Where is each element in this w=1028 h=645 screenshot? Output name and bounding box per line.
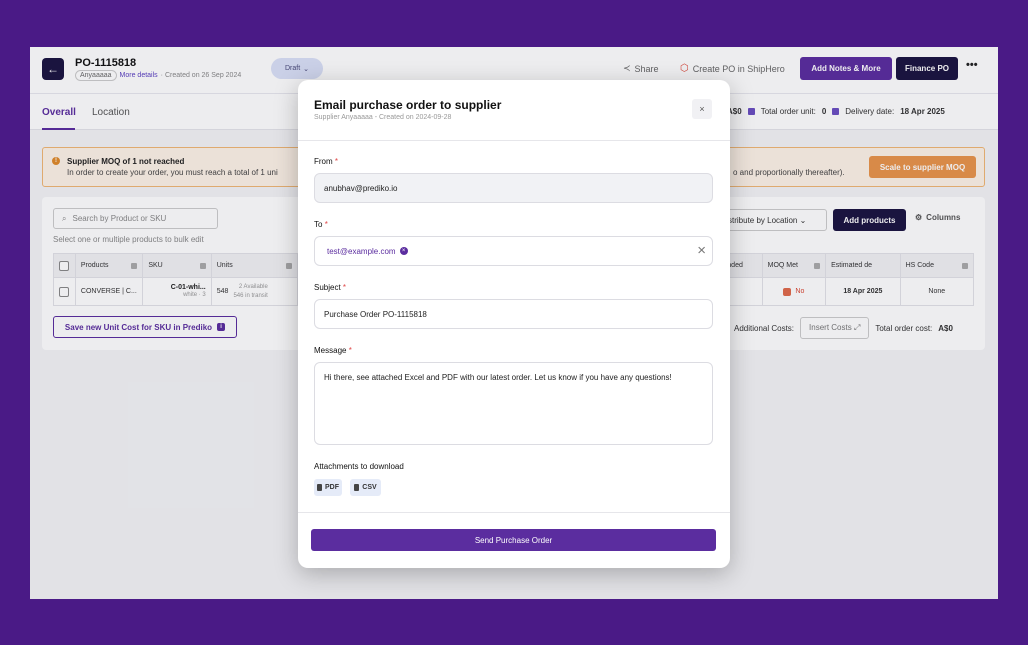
subject-field[interactable]: Purchase Order PO-1115818 xyxy=(314,299,713,329)
message-label: Message * xyxy=(314,346,352,355)
close-icon[interactable]: × xyxy=(692,99,712,119)
document-icon xyxy=(354,484,360,491)
to-label-text: To xyxy=(314,220,323,229)
modal-subtitle: Supplier Anyaaaaa - Created on 2024-09-2… xyxy=(314,114,452,121)
divider xyxy=(298,140,730,141)
document-icon xyxy=(317,484,322,491)
from-field[interactable]: anubhav@prediko.io xyxy=(314,173,713,203)
clear-icon[interactable]: × xyxy=(697,243,706,259)
divider xyxy=(298,512,730,513)
csv-label: CSV xyxy=(362,484,377,491)
required-mark: * xyxy=(334,157,339,166)
download-pdf-button[interactable]: PDF xyxy=(314,479,342,496)
required-mark: * xyxy=(324,220,328,229)
subject-label: Subject * xyxy=(314,283,346,292)
subject-label-text: Subject xyxy=(314,283,341,292)
remove-chip-icon[interactable]: × xyxy=(399,247,408,255)
required-mark: * xyxy=(342,283,347,292)
required-mark: * xyxy=(348,346,352,355)
from-label: From * xyxy=(314,157,338,166)
email-po-modal: Email purchase order to supplier Supplie… xyxy=(298,80,730,568)
send-po-button[interactable]: Send Purchase Order xyxy=(311,529,716,551)
recipient-email: test@example.com xyxy=(327,246,396,256)
pdf-label: PDF xyxy=(325,484,339,491)
to-label: To * xyxy=(314,220,328,229)
message-label-text: Message xyxy=(314,346,347,355)
to-field[interactable]: test@example.com × × xyxy=(314,236,713,266)
modal-title: Email purchase order to supplier xyxy=(314,98,502,112)
message-textarea[interactable]: Hi there, see attached Excel and PDF wit… xyxy=(314,362,713,445)
from-label-text: From xyxy=(314,157,333,166)
attachments-label: Attachments to download xyxy=(314,462,404,471)
download-csv-button[interactable]: CSV xyxy=(350,479,381,496)
recipient-chip[interactable]: test@example.com × xyxy=(324,247,408,256)
